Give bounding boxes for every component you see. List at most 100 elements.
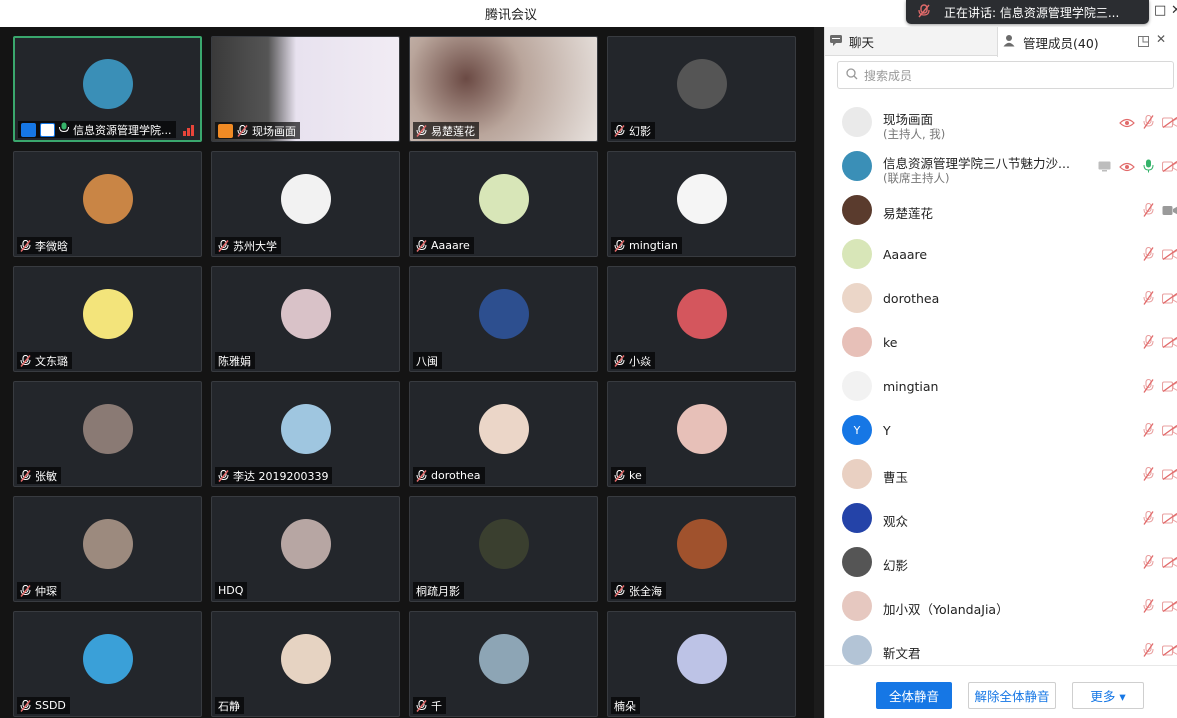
video-tile[interactable]: 张全海 xyxy=(607,496,796,602)
member-row[interactable]: 易楚莲花 xyxy=(825,189,1177,233)
video-tile[interactable]: 信息资源管理学院... xyxy=(13,36,202,142)
mic-muted-icon[interactable] xyxy=(1143,334,1154,352)
camera-icon[interactable] xyxy=(1162,205,1177,219)
member-row[interactable]: 加小双（YolandaJia） xyxy=(825,585,1177,629)
participant-namebar: 幻影 xyxy=(611,122,655,139)
camera-off-icon[interactable] xyxy=(1161,424,1177,439)
video-tile[interactable]: dorothea xyxy=(409,381,598,487)
video-tile[interactable]: 现场画面 xyxy=(211,36,400,142)
member-row[interactable]: dorothea xyxy=(825,277,1177,321)
member-row[interactable]: 靳文君 xyxy=(825,629,1177,665)
avatar xyxy=(82,174,133,224)
more-button[interactable]: 更多 ▾ xyxy=(1072,682,1144,709)
popout-icon[interactable] xyxy=(1138,35,1149,50)
mic-muted-icon[interactable] xyxy=(1143,114,1154,132)
camera-off-icon[interactable] xyxy=(1161,248,1177,263)
video-tile[interactable]: 楠朵 xyxy=(607,611,796,717)
participant-name: 楠朵 xyxy=(614,699,636,713)
camera-off-icon[interactable] xyxy=(1161,160,1177,175)
video-tile[interactable]: 李微晗 xyxy=(13,151,202,257)
video-tile[interactable]: Aaaare xyxy=(409,151,598,257)
member-row[interactable]: 曹玉 xyxy=(825,453,1177,497)
member-row[interactable]: YY xyxy=(825,409,1177,453)
mic-muted-icon[interactable] xyxy=(1143,598,1154,616)
mic-muted-icon[interactable] xyxy=(1143,422,1154,440)
member-row[interactable]: ke xyxy=(825,321,1177,365)
camera-off-icon[interactable] xyxy=(1161,116,1177,131)
camera-off-icon[interactable] xyxy=(1161,644,1177,659)
participant-namebar: 桐疏月影 xyxy=(413,582,464,599)
video-tile[interactable]: 苏州大学 xyxy=(211,151,400,257)
video-tile[interactable]: 八闽 xyxy=(409,266,598,372)
video-tile[interactable]: SSDD xyxy=(13,611,202,717)
member-controls xyxy=(1143,554,1177,572)
camera-off-icon[interactable] xyxy=(1161,556,1177,571)
camera-off-icon[interactable] xyxy=(1161,336,1177,351)
unmute-all-button[interactable]: 解除全体静音 xyxy=(968,682,1056,709)
view-icon[interactable] xyxy=(1119,117,1135,131)
tab-members[interactable]: 管理成员(40) ✕ xyxy=(997,27,1177,57)
video-tile[interactable]: 石静 xyxy=(211,611,400,717)
mic-on-icon xyxy=(59,122,69,137)
mic-muted-icon[interactable] xyxy=(1143,466,1154,484)
tab-chat[interactable]: 聊天 xyxy=(829,27,997,56)
avatar xyxy=(280,174,331,224)
mic-muted-icon[interactable] xyxy=(1143,510,1154,528)
video-tile[interactable]: ke xyxy=(607,381,796,487)
avatar xyxy=(478,634,529,684)
camera-off-icon[interactable] xyxy=(1161,600,1177,615)
screen-share-icon[interactable] xyxy=(1098,161,1111,175)
mic-on-icon[interactable] xyxy=(1143,159,1154,176)
mic-muted-icon[interactable] xyxy=(1143,246,1154,264)
avatar xyxy=(478,404,529,454)
member-row[interactable]: 信息资源管理学院三八节魅力沙... (联席主持人) xyxy=(825,145,1177,189)
panel-close-icon[interactable]: ✕ xyxy=(1156,32,1166,46)
participant-name: mingtian xyxy=(629,239,678,252)
mic-muted-icon xyxy=(20,584,31,597)
mic-muted-icon[interactable] xyxy=(1143,202,1154,220)
panel-footer: 全体静音 解除全体静音 更多 ▾ xyxy=(825,665,1177,718)
mic-muted-icon[interactable] xyxy=(1143,554,1154,572)
video-tile[interactable]: 千 xyxy=(409,611,598,717)
members-panel: 聊天 管理成员(40) ✕ 搜索成员 现场画面 (主持人, 我) 信息资源管理学院三… xyxy=(824,27,1177,718)
view-icon[interactable] xyxy=(1119,161,1135,175)
video-tile[interactable]: 仲琛 xyxy=(13,496,202,602)
video-tile[interactable]: 张敏 xyxy=(13,381,202,487)
video-tile[interactable]: 桐疏月影 xyxy=(409,496,598,602)
title-bar: 腾讯会议 正在讲话: 信息资源管理学院三... □ ✕ xyxy=(0,0,1177,27)
close-icon[interactable]: ✕ xyxy=(1171,3,1177,18)
maximize-icon[interactable]: □ xyxy=(1154,3,1166,18)
mic-muted-icon[interactable] xyxy=(1143,378,1154,396)
camera-off-icon[interactable] xyxy=(1161,512,1177,527)
video-tile[interactable]: HDQ xyxy=(211,496,400,602)
member-row[interactable]: 观众 xyxy=(825,497,1177,541)
camera-off-icon[interactable] xyxy=(1161,468,1177,483)
video-tile[interactable]: 幻影 xyxy=(607,36,796,142)
member-row[interactable]: Aaaare xyxy=(825,233,1177,277)
member-avatar xyxy=(842,107,872,137)
camera-off-icon[interactable] xyxy=(1161,380,1177,395)
member-avatar xyxy=(842,151,872,181)
avatar xyxy=(280,289,331,339)
mic-muted-icon xyxy=(416,124,427,137)
member-avatar xyxy=(842,459,872,489)
member-avatar xyxy=(842,591,872,621)
mic-muted-icon[interactable] xyxy=(1143,642,1154,660)
mic-muted-icon[interactable] xyxy=(1143,290,1154,308)
member-row[interactable]: mingtian xyxy=(825,365,1177,409)
video-tile[interactable]: 陈雅娟 xyxy=(211,266,400,372)
camera-off-icon[interactable] xyxy=(1161,292,1177,307)
video-tile[interactable]: 文东璐 xyxy=(13,266,202,372)
member-row[interactable]: 现场画面 (主持人, 我) xyxy=(825,101,1177,145)
video-tile[interactable]: mingtian xyxy=(607,151,796,257)
video-tile[interactable]: 易楚莲花 xyxy=(409,36,598,142)
member-row[interactable]: 幻影 xyxy=(825,541,1177,585)
video-tile[interactable]: 李达 2019200339 xyxy=(211,381,400,487)
video-tile[interactable]: 小焱 xyxy=(607,266,796,372)
signal-strength-icon xyxy=(183,125,194,136)
member-controls xyxy=(1143,510,1177,528)
grid-scrollbar[interactable] xyxy=(814,27,824,718)
mute-all-button[interactable]: 全体静音 xyxy=(876,682,952,709)
member-avatar xyxy=(842,283,872,313)
member-search-input[interactable]: 搜索成员 xyxy=(837,61,1174,89)
